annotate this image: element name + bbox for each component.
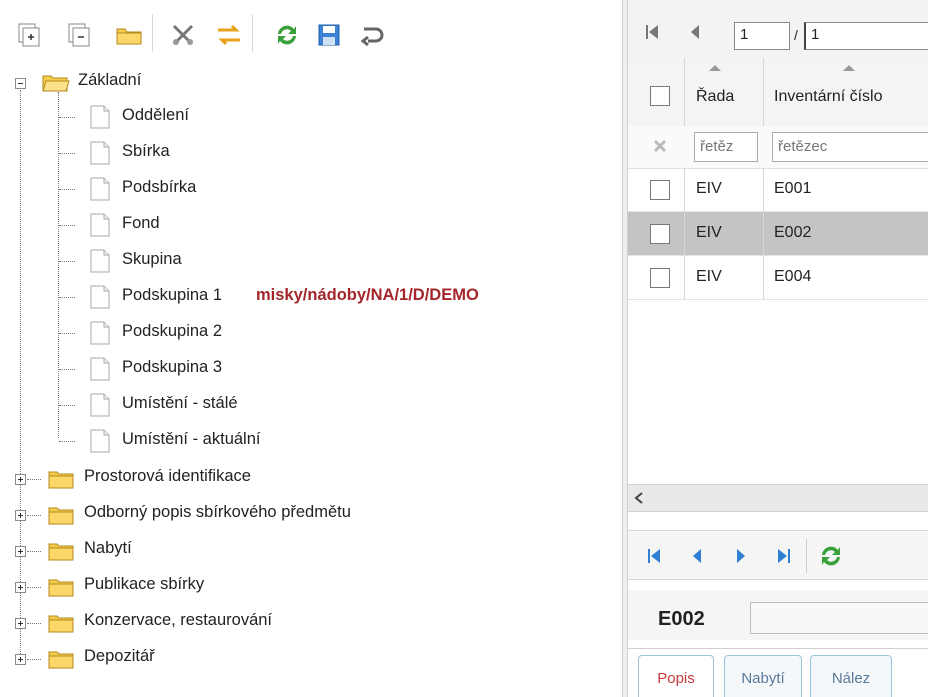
tree-node-label[interactable]: Nabytí: [84, 539, 132, 558]
row-checkbox[interactable]: [650, 180, 670, 200]
tree-node-label[interactable]: Depozitář: [84, 647, 155, 666]
sort-up-icon: [843, 65, 855, 71]
tree-expander[interactable]: [15, 474, 26, 485]
clear-filter-icon[interactable]: [652, 138, 668, 154]
cell-inventarni-cislo: E001: [774, 180, 812, 197]
tab-nalez[interactable]: Nález: [810, 655, 892, 697]
grid-header: Řada Inventární číslo: [628, 58, 928, 127]
document-icon: [90, 213, 110, 237]
filter-cislo-input[interactable]: řetězec: [772, 132, 928, 162]
tree-node-label[interactable]: Konzervace, restaurování: [84, 611, 272, 630]
folder-icon: [48, 579, 74, 597]
folder-icon: [48, 615, 74, 633]
tree-node-label[interactable]: Oddělení: [122, 106, 189, 125]
table-row[interactable]: EIV E004: [628, 256, 928, 300]
horizontal-scrollbar[interactable]: [628, 484, 928, 512]
record-navigator: [628, 530, 928, 580]
filter-row: řetěz řetězec: [628, 126, 928, 169]
column-header-inventarni-cislo[interactable]: Inventární číslo: [774, 88, 883, 106]
document-icon: [90, 105, 110, 129]
tree-node-label[interactable]: Sbírka: [122, 142, 170, 161]
tree-expander[interactable]: [15, 618, 26, 629]
next-record-icon[interactable]: [734, 547, 748, 565]
row-checkbox[interactable]: [650, 268, 670, 288]
first-record-icon[interactable]: [646, 547, 662, 565]
tree-expander-zakladni[interactable]: [15, 78, 26, 89]
page-input[interactable]: 1: [734, 22, 790, 50]
table-row[interactable]: EIV E001: [628, 168, 928, 212]
cell-inventarni-cislo: E004: [774, 268, 812, 285]
document-icon: [90, 393, 110, 417]
cell-rada: EIV: [696, 224, 722, 241]
tree-expander[interactable]: [15, 654, 26, 665]
tree-node-label[interactable]: Podskupina 3: [122, 358, 222, 377]
cell-rada: EIV: [696, 180, 722, 197]
folder-icon: [48, 651, 74, 669]
tab-nabyti[interactable]: Nabytí: [724, 655, 802, 697]
column-header-rada[interactable]: Řada: [696, 88, 734, 106]
tree-view: Základní Oddělení Sbírka Podsbírka Fond Skup…: [0, 0, 622, 697]
tree-node-label[interactable]: Fond: [122, 214, 160, 233]
row-checkbox[interactable]: [650, 224, 670, 244]
record-code: E002: [658, 608, 705, 630]
tree-node-label[interactable]: Umístění - aktuální: [122, 430, 260, 449]
document-icon: [90, 249, 110, 273]
tree-node-label[interactable]: Podsbírka: [122, 178, 196, 197]
page-separator: /: [794, 27, 798, 43]
tree-node-label[interactable]: Skupina: [122, 250, 182, 269]
filter-rada-input[interactable]: řetěz: [694, 132, 758, 162]
page-total: 1: [804, 22, 928, 50]
tree-expander[interactable]: [15, 510, 26, 521]
folder-icon: [48, 543, 74, 561]
tree-pane: Základní Oddělení Sbírka Podsbírka Fond Skup…: [0, 0, 622, 697]
select-all-checkbox[interactable]: [650, 86, 670, 106]
folder-icon: [48, 507, 74, 525]
record-title-field[interactable]: [750, 602, 928, 634]
document-icon: [90, 285, 110, 309]
document-icon: [90, 141, 110, 165]
tree-node-label[interactable]: Umístění - stálé: [122, 394, 238, 413]
pager-top: 1 / 1: [628, 0, 928, 59]
cell-inventarni-cislo: E002: [774, 224, 812, 241]
table-row[interactable]: EIV E002: [628, 212, 928, 256]
sort-up-icon: [709, 65, 721, 71]
folder-icon: [48, 471, 74, 489]
tree-node-zakladni[interactable]: Základní: [78, 71, 141, 90]
tree-node-label[interactable]: Podskupina 2: [122, 322, 222, 341]
document-icon: [90, 321, 110, 345]
tree-node-label[interactable]: Prostorová identifikace: [84, 467, 251, 486]
document-icon: [90, 357, 110, 381]
last-record-icon[interactable]: [776, 547, 792, 565]
records-pane: 1 / 1 Řada Inventární číslo řetěz řetěze…: [628, 0, 928, 697]
tree-node-label[interactable]: Publikace sbírky: [84, 575, 204, 594]
document-icon: [90, 429, 110, 453]
first-page-icon[interactable]: [644, 22, 660, 42]
tree-node-value: misky/nádoby/NA/1/D/DEMO: [256, 286, 479, 304]
tree-node-label[interactable]: Podskupina 1: [122, 286, 222, 305]
detail-tabs: Popis Nabytí Nález: [628, 648, 928, 697]
prev-page-icon[interactable]: [688, 22, 702, 42]
refresh-icon[interactable]: [818, 543, 844, 569]
folder-open-icon: [42, 75, 70, 92]
cell-rada: EIV: [696, 268, 722, 285]
document-icon: [90, 177, 110, 201]
tab-popis[interactable]: Popis: [638, 655, 714, 697]
tree-node-label[interactable]: Odborný popis sbírkového předmětu: [84, 503, 351, 522]
tree-expander[interactable]: [15, 582, 26, 593]
prev-record-icon[interactable]: [690, 547, 704, 565]
scroll-left-icon[interactable]: [634, 492, 644, 504]
tree-expander[interactable]: [15, 546, 26, 557]
